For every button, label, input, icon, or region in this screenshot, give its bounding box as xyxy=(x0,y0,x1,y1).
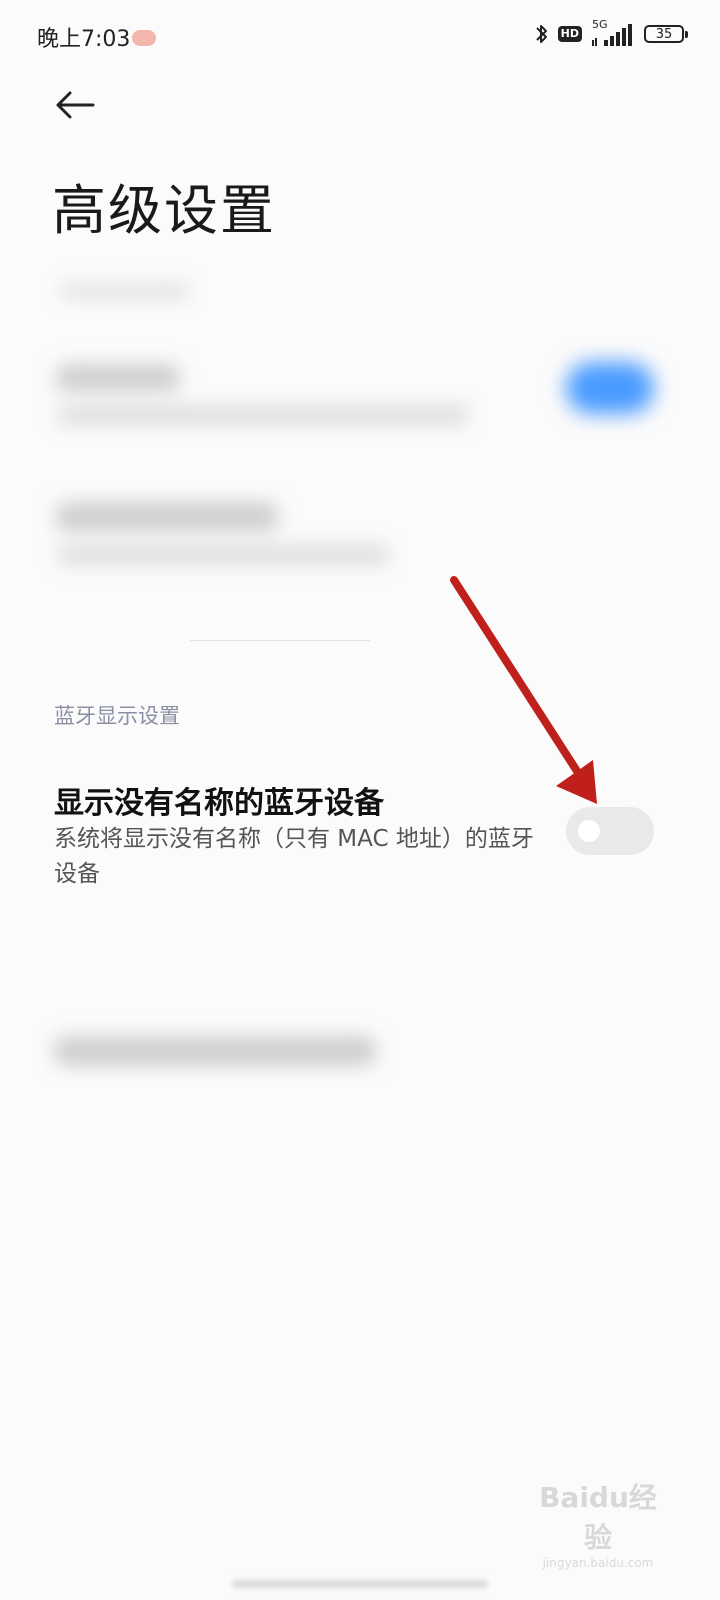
back-button[interactable] xyxy=(52,84,98,126)
battery-icon: 35 xyxy=(644,25,688,43)
blurred-setting-title xyxy=(56,364,180,392)
battery-level: 35 xyxy=(655,26,673,42)
section-header: 蓝牙显示设置 xyxy=(54,704,180,728)
watermark-url: jingyan.baidu.com xyxy=(542,1556,654,1570)
toggle-knob xyxy=(578,820,600,842)
signal-icon: 5G xyxy=(590,18,636,48)
watermark-logo: Baidu经验 xyxy=(539,1481,657,1554)
status-time: 晚上7:03 xyxy=(37,27,131,52)
hd-badge: HD xyxy=(557,26,582,42)
blurred-toggle[interactable] xyxy=(566,362,654,414)
status-bar: 晚上7:03 HD 5G 35 xyxy=(0,0,720,70)
blurred-setting-description xyxy=(56,544,390,566)
show-unnamed-devices-toggle[interactable] xyxy=(566,807,654,855)
status-icons: HD 5G 35 xyxy=(534,18,688,48)
blurred-setting-title xyxy=(56,502,278,532)
setting-title: 显示没有名称的蓝牙设备 xyxy=(54,786,384,821)
home-indicator[interactable] xyxy=(232,1580,488,1588)
blurred-section-header xyxy=(60,282,190,300)
divider xyxy=(190,640,370,641)
blurred-setting-title xyxy=(54,1036,376,1066)
blurred-setting-description xyxy=(56,404,470,426)
weather-icon xyxy=(132,30,156,46)
page-title: 高级设置 xyxy=(52,179,276,242)
arrow-left-icon xyxy=(56,91,95,119)
baidu-watermark: Baidu经验 jingyan.baidu.com xyxy=(528,1476,668,1570)
bluetooth-icon xyxy=(535,25,547,43)
setting-description: 系统将显示没有名称（只有 MAC 地址）的蓝牙设备 xyxy=(54,826,534,887)
